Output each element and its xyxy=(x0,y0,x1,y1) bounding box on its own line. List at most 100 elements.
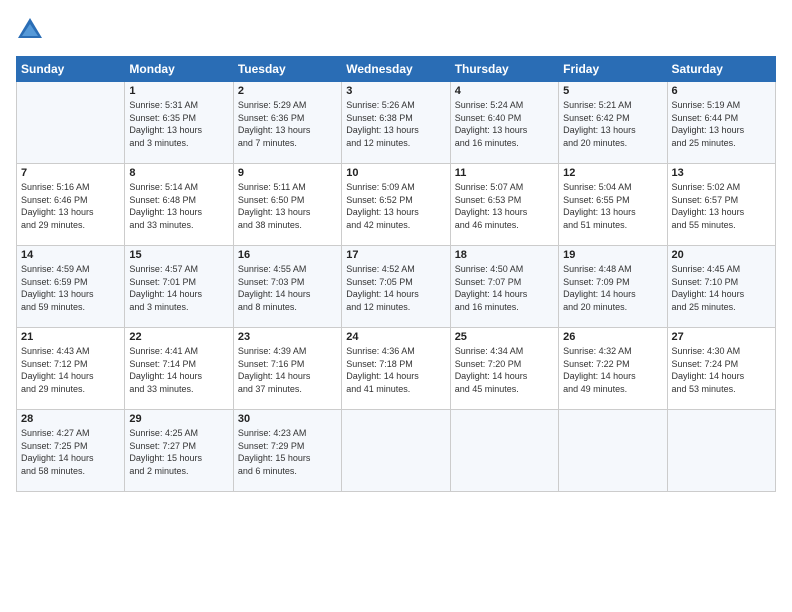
day-number: 14 xyxy=(21,249,120,261)
cell-info: Sunrise: 5:21 AM Sunset: 6:42 PM Dayligh… xyxy=(563,99,662,149)
day-number: 23 xyxy=(238,331,337,343)
day-number: 18 xyxy=(455,249,554,261)
calendar-week-row: 1 Sunrise: 5:31 AM Sunset: 6:35 PM Daylig… xyxy=(17,82,776,164)
cell-info: Sunrise: 5:07 AM Sunset: 6:53 PM Dayligh… xyxy=(455,181,554,231)
calendar-cell: 27 Sunrise: 4:30 AM Sunset: 7:24 PM Dayli… xyxy=(667,328,775,410)
calendar-cell: 6 Sunrise: 5:19 AM Sunset: 6:44 PM Daylig… xyxy=(667,82,775,164)
cell-info: Sunrise: 5:19 AM Sunset: 6:44 PM Dayligh… xyxy=(672,99,771,149)
day-number: 24 xyxy=(346,331,445,343)
col-header-wednesday: Wednesday xyxy=(342,57,450,82)
calendar-cell: 17Sunrise: 4:52 AM Sunset: 7:05 PM Dayli… xyxy=(342,246,450,328)
day-number: 16 xyxy=(238,249,337,261)
calendar-week-row: 28 Sunrise: 4:27 AM Sunset: 7:25 PM Dayli… xyxy=(17,410,776,492)
cell-info: Sunrise: 5:31 AM Sunset: 6:35 PM Dayligh… xyxy=(129,99,228,149)
cell-info: Sunrise: 4:59 AM Sunset: 6:59 PM Dayligh… xyxy=(21,263,120,313)
day-number: 20 xyxy=(672,249,771,261)
calendar-cell: 9 Sunrise: 5:11 AM Sunset: 6:50 PM Daylig… xyxy=(233,164,341,246)
calendar-cell: 30Sunrise: 4:23 AM Sunset: 7:29 PM Dayli… xyxy=(233,410,341,492)
calendar-cell: 15 Sunrise: 4:57 AM Sunset: 7:01 PM Dayli… xyxy=(125,246,233,328)
day-number: 7 xyxy=(21,167,120,179)
calendar-cell xyxy=(450,410,558,492)
cell-info: Sunrise: 5:26 AM Sunset: 6:38 PM Dayligh… xyxy=(346,99,445,149)
day-number: 15 xyxy=(129,249,228,261)
day-number: 3 xyxy=(346,85,445,97)
calendar-cell: 1 Sunrise: 5:31 AM Sunset: 6:35 PM Daylig… xyxy=(125,82,233,164)
day-number: 27 xyxy=(672,331,771,343)
calendar-cell: 13 Sunrise: 5:02 AM Sunset: 6:57 PM Dayli… xyxy=(667,164,775,246)
calendar-cell: 21 Sunrise: 4:43 AM Sunset: 7:12 PM Dayli… xyxy=(17,328,125,410)
logo xyxy=(16,16,48,44)
col-header-saturday: Saturday xyxy=(667,57,775,82)
cell-info: Sunrise: 4:48 AM Sunset: 7:09 PM Dayligh… xyxy=(563,263,662,313)
calendar-cell xyxy=(559,410,667,492)
col-header-friday: Friday xyxy=(559,57,667,82)
cell-info: Sunrise: 5:14 AM Sunset: 6:48 PM Dayligh… xyxy=(129,181,228,231)
calendar-cell: 23 Sunrise: 4:39 AM Sunset: 7:16 PM Dayli… xyxy=(233,328,341,410)
calendar-cell xyxy=(17,82,125,164)
cell-info: Sunrise: 4:39 AM Sunset: 7:16 PM Dayligh… xyxy=(238,345,337,395)
cell-info: Sunrise: 4:36 AM Sunset: 7:18 PM Dayligh… xyxy=(346,345,445,395)
col-header-thursday: Thursday xyxy=(450,57,558,82)
calendar-cell: 4 Sunrise: 5:24 AM Sunset: 6:40 PM Daylig… xyxy=(450,82,558,164)
day-number: 26 xyxy=(563,331,662,343)
cell-info: Sunrise: 5:16 AM Sunset: 6:46 PM Dayligh… xyxy=(21,181,120,231)
calendar-cell: 20 Sunrise: 4:45 AM Sunset: 7:10 PM Dayli… xyxy=(667,246,775,328)
calendar-cell: 29 Sunrise: 4:25 AM Sunset: 7:27 PM Dayli… xyxy=(125,410,233,492)
calendar-header-row: SundayMondayTuesdayWednesdayThursdayFrid… xyxy=(17,57,776,82)
calendar-cell xyxy=(667,410,775,492)
cell-info: Sunrise: 4:45 AM Sunset: 7:10 PM Dayligh… xyxy=(672,263,771,313)
cell-info: Sunrise: 5:24 AM Sunset: 6:40 PM Dayligh… xyxy=(455,99,554,149)
col-header-tuesday: Tuesday xyxy=(233,57,341,82)
calendar-cell: 24 Sunrise: 4:36 AM Sunset: 7:18 PM Dayli… xyxy=(342,328,450,410)
calendar-week-row: 21 Sunrise: 4:43 AM Sunset: 7:12 PM Dayli… xyxy=(17,328,776,410)
calendar-cell: 12Sunrise: 5:04 AM Sunset: 6:55 PM Dayli… xyxy=(559,164,667,246)
cell-info: Sunrise: 4:27 AM Sunset: 7:25 PM Dayligh… xyxy=(21,427,120,477)
calendar-cell: 18Sunrise: 4:50 AM Sunset: 7:07 PM Dayli… xyxy=(450,246,558,328)
cell-info: Sunrise: 4:32 AM Sunset: 7:22 PM Dayligh… xyxy=(563,345,662,395)
day-number: 9 xyxy=(238,167,337,179)
cell-info: Sunrise: 4:43 AM Sunset: 7:12 PM Dayligh… xyxy=(21,345,120,395)
day-number: 8 xyxy=(129,167,228,179)
calendar-cell: 8 Sunrise: 5:14 AM Sunset: 6:48 PM Daylig… xyxy=(125,164,233,246)
day-number: 5 xyxy=(563,85,662,97)
page-container: SundayMondayTuesdayWednesdayThursdayFrid… xyxy=(0,0,792,502)
day-number: 1 xyxy=(129,85,228,97)
calendar-week-row: 7 Sunrise: 5:16 AM Sunset: 6:46 PM Daylig… xyxy=(17,164,776,246)
day-number: 6 xyxy=(672,85,771,97)
calendar-cell: 14 Sunrise: 4:59 AM Sunset: 6:59 PM Dayli… xyxy=(17,246,125,328)
calendar-week-row: 14 Sunrise: 4:59 AM Sunset: 6:59 PM Dayli… xyxy=(17,246,776,328)
day-number: 4 xyxy=(455,85,554,97)
cell-info: Sunrise: 5:29 AM Sunset: 6:36 PM Dayligh… xyxy=(238,99,337,149)
cell-info: Sunrise: 4:55 AM Sunset: 7:03 PM Dayligh… xyxy=(238,263,337,313)
calendar-cell: 16 Sunrise: 4:55 AM Sunset: 7:03 PM Dayli… xyxy=(233,246,341,328)
cell-info: Sunrise: 5:11 AM Sunset: 6:50 PM Dayligh… xyxy=(238,181,337,231)
cell-info: Sunrise: 4:57 AM Sunset: 7:01 PM Dayligh… xyxy=(129,263,228,313)
calendar-cell: 19Sunrise: 4:48 AM Sunset: 7:09 PM Dayli… xyxy=(559,246,667,328)
day-number: 22 xyxy=(129,331,228,343)
calendar-cell: 7 Sunrise: 5:16 AM Sunset: 6:46 PM Daylig… xyxy=(17,164,125,246)
calendar-cell: 22 Sunrise: 4:41 AM Sunset: 7:14 PM Dayli… xyxy=(125,328,233,410)
cell-info: Sunrise: 4:30 AM Sunset: 7:24 PM Dayligh… xyxy=(672,345,771,395)
calendar-cell: 10Sunrise: 5:09 AM Sunset: 6:52 PM Dayli… xyxy=(342,164,450,246)
day-number: 10 xyxy=(346,167,445,179)
day-number: 30 xyxy=(238,413,337,425)
calendar-cell: 11 Sunrise: 5:07 AM Sunset: 6:53 PM Dayli… xyxy=(450,164,558,246)
day-number: 2 xyxy=(238,85,337,97)
day-number: 13 xyxy=(672,167,771,179)
day-number: 21 xyxy=(21,331,120,343)
cell-info: Sunrise: 4:41 AM Sunset: 7:14 PM Dayligh… xyxy=(129,345,228,395)
col-header-sunday: Sunday xyxy=(17,57,125,82)
calendar-cell: 28 Sunrise: 4:27 AM Sunset: 7:25 PM Dayli… xyxy=(17,410,125,492)
cell-info: Sunrise: 5:02 AM Sunset: 6:57 PM Dayligh… xyxy=(672,181,771,231)
col-header-monday: Monday xyxy=(125,57,233,82)
cell-info: Sunrise: 4:25 AM Sunset: 7:27 PM Dayligh… xyxy=(129,427,228,477)
logo-icon xyxy=(16,16,44,44)
calendar-cell xyxy=(342,410,450,492)
calendar-cell: 26 Sunrise: 4:32 AM Sunset: 7:22 PM Dayli… xyxy=(559,328,667,410)
calendar-cell: 3 Sunrise: 5:26 AM Sunset: 6:38 PM Daylig… xyxy=(342,82,450,164)
calendar-cell: 2 Sunrise: 5:29 AM Sunset: 6:36 PM Daylig… xyxy=(233,82,341,164)
day-number: 28 xyxy=(21,413,120,425)
calendar-cell: 5 Sunrise: 5:21 AM Sunset: 6:42 PM Daylig… xyxy=(559,82,667,164)
day-number: 29 xyxy=(129,413,228,425)
day-number: 11 xyxy=(455,167,554,179)
